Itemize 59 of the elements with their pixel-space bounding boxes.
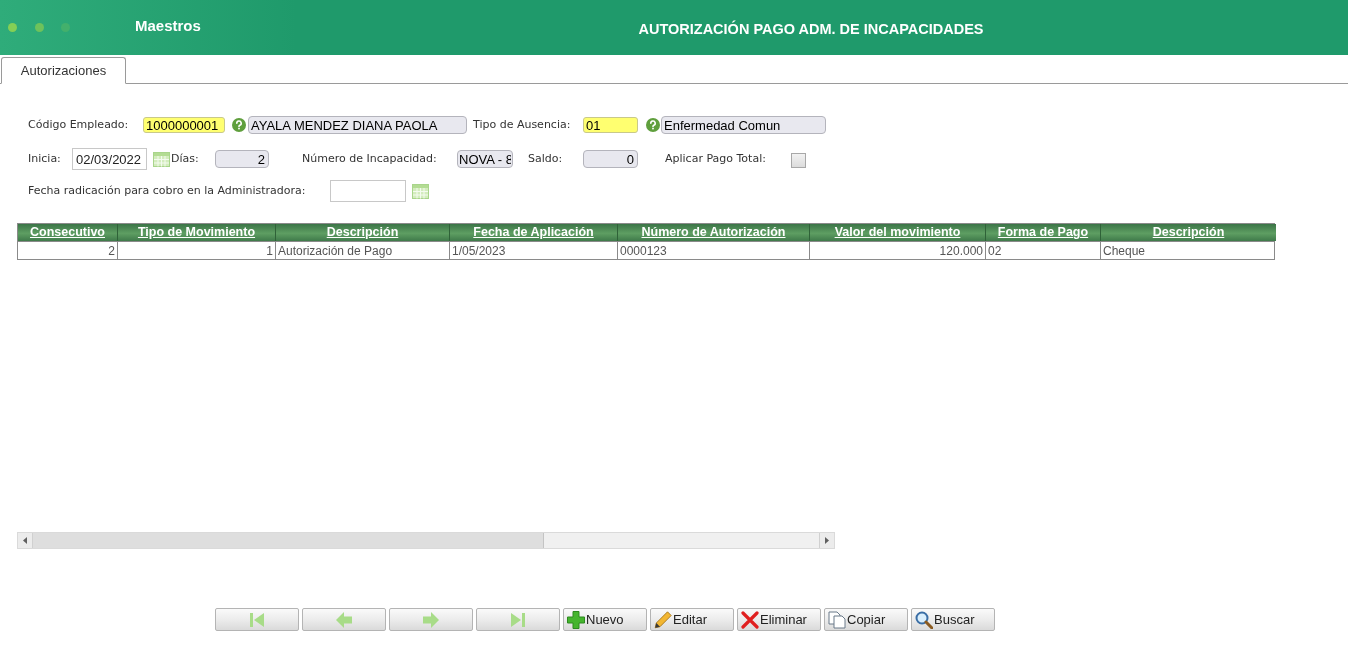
field-label: Aplicar Pago Total: [665, 150, 767, 167]
search-icon [915, 610, 933, 629]
absence-code-field[interactable]: 01 [583, 117, 638, 133]
field-label: Días: [171, 150, 200, 167]
triangle-left-icon [23, 537, 27, 544]
copy-icon [828, 610, 846, 629]
x-mark-icon [741, 610, 759, 629]
calendar-icon[interactable] [153, 151, 170, 167]
date-field[interactable]: 02/03/2022 [72, 148, 147, 170]
section-title: Maestros [135, 15, 201, 36]
column-header[interactable]: Descripción [276, 224, 450, 241]
table-cell: 0000123 [618, 242, 810, 260]
employee-name-field[interactable]: AYALA MENDEZ DIANA PAOLA [248, 116, 467, 134]
arrow-right-icon [422, 610, 440, 629]
field-label: Número de Incapacidad: [302, 150, 438, 167]
scroll-left-button[interactable] [18, 533, 33, 548]
scrollbar-thumb[interactable] [33, 533, 544, 548]
table-cell: 02 [986, 242, 1101, 260]
checkbox[interactable] [791, 153, 806, 168]
new-button[interactable]: Nuevo [563, 608, 647, 631]
scroll-right-button[interactable] [819, 533, 834, 548]
field-label: Fecha radicación para cobro en la Administradora: [28, 182, 307, 199]
calendar-icon[interactable] [412, 183, 429, 199]
employee-code-field[interactable]: 1000000001 [143, 117, 225, 133]
column-header[interactable]: Forma de Pago [986, 224, 1101, 241]
pencil-icon [654, 610, 672, 629]
table-cell: 1/05/2023 [450, 242, 618, 260]
days-field[interactable]: 2 [215, 150, 269, 168]
column-header[interactable]: Número de Autorización [618, 224, 810, 241]
delete-button[interactable]: Eliminar [737, 608, 821, 631]
field-label: Inicia: [28, 150, 62, 167]
skip-forward-icon [509, 610, 527, 629]
skip-back-icon [248, 610, 266, 629]
table-cell: 2 [18, 242, 118, 260]
arrow-left-icon [335, 610, 353, 629]
column-header[interactable]: Consecutivo [18, 224, 118, 241]
column-header[interactable]: Valor del movimiento [810, 224, 986, 241]
triangle-right-icon [825, 537, 829, 544]
tab[interactable]: Autorizaciones [1, 57, 126, 84]
field-label: Saldo: [528, 150, 564, 167]
column-header[interactable]: Tipo de Movimiento [118, 224, 276, 241]
table-cell: 120.000 [810, 242, 986, 260]
window-title: AUTORIZACIÓN PAGO ADM. DE INCAPACIDADES [638, 19, 984, 39]
search-button[interactable]: Buscar [911, 608, 995, 631]
table-cell: 1 [118, 242, 276, 260]
date-field[interactable] [330, 180, 406, 202]
edit-button[interactable]: Editar [650, 608, 734, 631]
help-icon[interactable] [232, 118, 246, 132]
field-label: Tipo de Ausencia: [473, 116, 572, 133]
absence-name-field[interactable]: Enfermedad Comun [661, 116, 826, 134]
balance-field[interactable]: 0 [583, 150, 638, 168]
field-label: Código Empleado: [28, 116, 130, 133]
table-cell-text: Cheque [1102, 243, 1147, 260]
column-header[interactable]: Fecha de Aplicación [450, 224, 618, 241]
copy-button[interactable]: Copiar [824, 608, 908, 631]
plus-icon [567, 610, 585, 629]
table-cell: Autorización de Pago [276, 242, 450, 260]
column-header[interactable]: Descripción [1101, 224, 1276, 241]
help-icon[interactable] [646, 118, 660, 132]
